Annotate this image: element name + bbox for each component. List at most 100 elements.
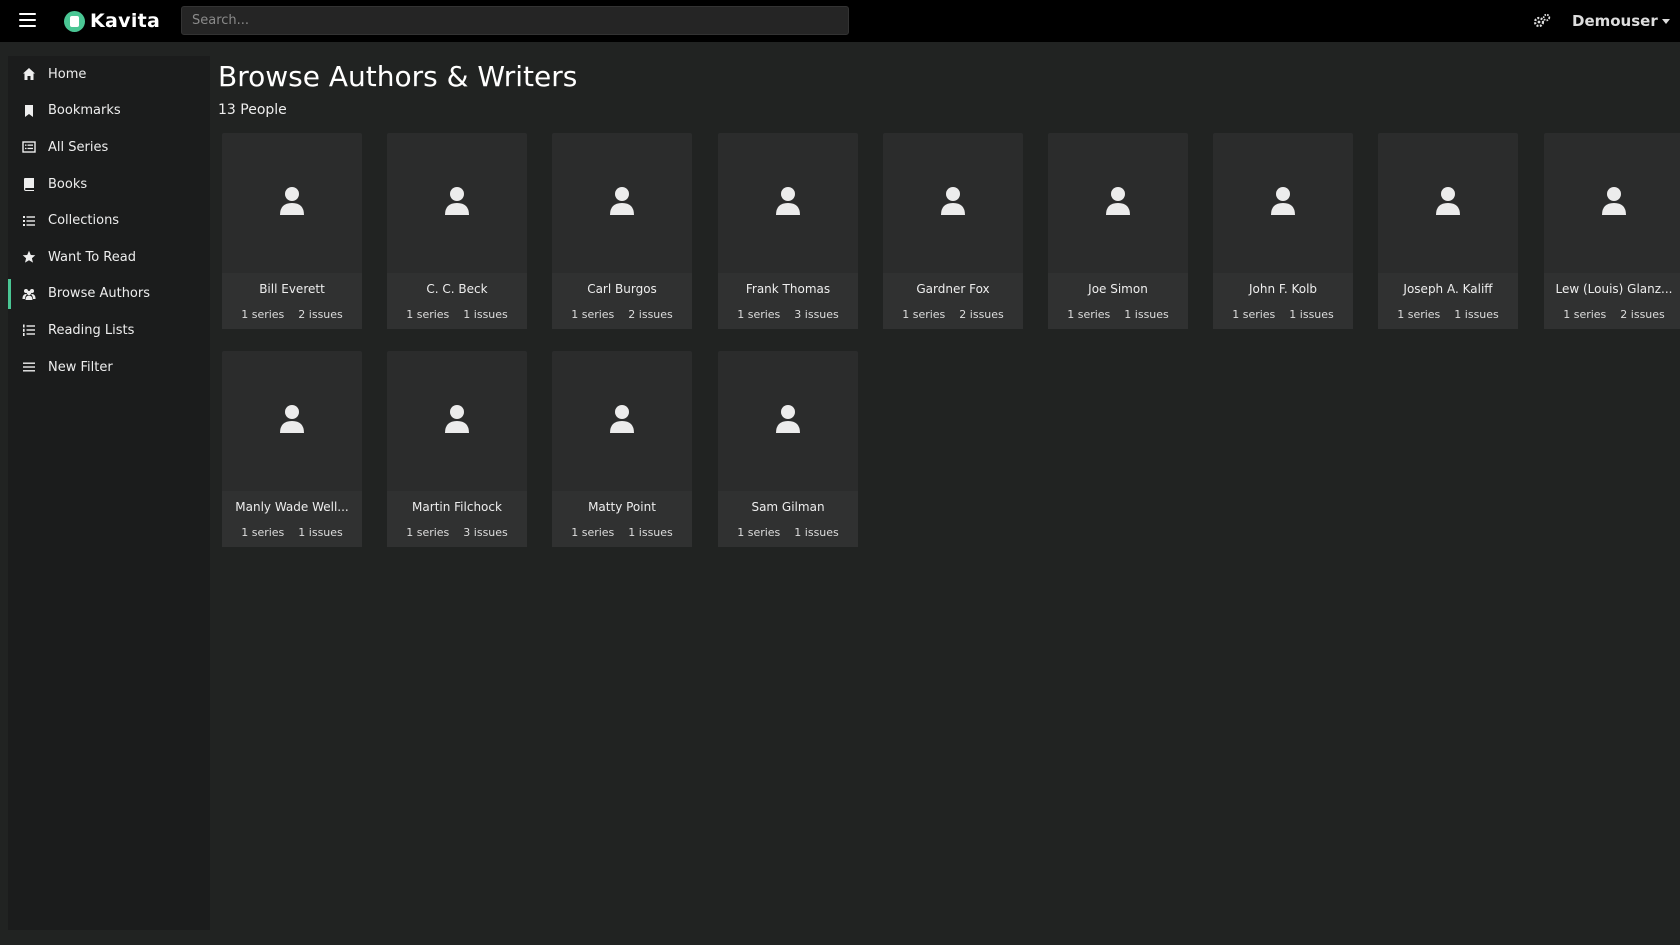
sidebar-item-new-filter[interactable]: New Filter — [8, 349, 210, 386]
author-card[interactable]: Frank Thomas 1 series 3 issues — [718, 133, 858, 329]
author-name: Gardner Fox — [916, 282, 990, 296]
author-info: John F. Kolb 1 series 1 issues — [1213, 273, 1353, 329]
sidebar-item-bookmarks[interactable]: Bookmarks — [8, 93, 210, 130]
book-icon — [22, 177, 36, 192]
author-card[interactable]: Bill Everett 1 series 2 issues — [222, 133, 362, 329]
series-count: 1 series — [241, 308, 285, 321]
user-menu-dropdown[interactable]: Demouser — [1572, 12, 1670, 30]
settings-cogs-icon[interactable] — [1533, 13, 1551, 29]
issues-count: 1 issues — [794, 526, 839, 539]
author-info: Matty Point 1 series 1 issues — [552, 491, 692, 547]
person-icon — [279, 404, 305, 438]
sidebar-item-all-series[interactable]: All Series — [8, 129, 210, 166]
author-info: Bill Everett 1 series 2 issues — [222, 273, 362, 329]
author-stats: 1 series 2 issues — [883, 308, 1023, 321]
author-stats: 1 series 1 issues — [718, 526, 858, 539]
person-icon — [775, 404, 801, 438]
author-info: Manly Wade Well... 1 series 1 issues — [222, 491, 362, 547]
issues-count: 2 issues — [1620, 308, 1665, 321]
sidebar-item-label: Reading Lists — [48, 322, 135, 338]
author-card[interactable]: Martin Filchock 1 series 3 issues — [387, 351, 527, 547]
sidebar-item-want-to-read[interactable]: Want To Read — [8, 239, 210, 276]
author-image — [222, 351, 362, 491]
issues-count: 1 issues — [628, 526, 673, 539]
page-title: Browse Authors & Writers — [218, 60, 578, 93]
person-icon — [1270, 186, 1296, 220]
users-icon — [22, 287, 36, 301]
list-icon — [22, 214, 36, 228]
author-name: Martin Filchock — [412, 500, 502, 514]
sidebar-item-label: Collections — [48, 213, 120, 229]
sidebar-item-browse-authors[interactable]: Browse Authors — [8, 276, 210, 313]
brand-name[interactable]: Kavita — [90, 10, 160, 32]
author-image — [1213, 133, 1353, 273]
author-image — [387, 351, 527, 491]
sidebar-item-books[interactable]: Books — [8, 166, 210, 203]
author-name: Joseph A. Kaliff — [1403, 282, 1493, 296]
author-card[interactable]: C. C. Beck 1 series 1 issues — [387, 133, 527, 329]
author-info: Joe Simon 1 series 1 issues — [1048, 273, 1188, 329]
author-info: Frank Thomas 1 series 3 issues — [718, 273, 858, 329]
author-stats: 1 series 1 issues — [1378, 308, 1518, 321]
sidebar-item-label: New Filter — [48, 359, 113, 375]
author-name: Frank Thomas — [745, 282, 831, 296]
issues-count: 1 issues — [1124, 308, 1169, 321]
author-name: Sam Gilman — [751, 500, 825, 514]
person-icon — [1105, 186, 1131, 220]
sidebar-item-label: All Series — [48, 139, 109, 155]
author-info: Lew (Louis) Glanz... 1 series 2 issues — [1544, 273, 1680, 329]
author-card[interactable]: Sam Gilman 1 series 1 issues — [718, 351, 858, 547]
author-card[interactable]: Lew (Louis) Glanz... 1 series 2 issues — [1544, 133, 1680, 329]
author-stats: 1 series 1 issues — [1048, 308, 1188, 321]
bookmark-icon — [22, 104, 36, 118]
author-card[interactable]: Manly Wade Well... 1 series 1 issues — [222, 351, 362, 547]
author-name: Joe Simon — [1088, 282, 1148, 296]
author-stats: 1 series 2 issues — [1544, 308, 1680, 321]
series-count: 1 series — [1397, 308, 1441, 321]
person-icon — [444, 404, 470, 438]
authors-grid: Bill Everett 1 series 2 issues C. C. Beck 1 … — [222, 133, 1680, 553]
issues-count: 1 issues — [463, 308, 508, 321]
author-info: C. C. Beck 1 series 1 issues — [387, 273, 527, 329]
author-image — [552, 351, 692, 491]
sidebar-item-label: Browse Authors — [48, 286, 151, 302]
series-count: 1 series — [241, 526, 285, 539]
author-card[interactable]: Carl Burgos 1 series 2 issues — [552, 133, 692, 329]
sidebar: Home Bookmarks All Series Books Collections W… — [8, 56, 210, 930]
author-image — [552, 133, 692, 273]
author-card[interactable]: Gardner Fox 1 series 2 issues — [883, 133, 1023, 329]
series-count: 1 series — [737, 308, 781, 321]
author-card[interactable]: John F. Kolb 1 series 1 issues — [1213, 133, 1353, 329]
top-navbar: Kavita Demouser — [0, 0, 1680, 42]
author-stats: 1 series 2 issues — [552, 308, 692, 321]
author-name: John F. Kolb — [1248, 282, 1318, 296]
author-name: Matty Point — [588, 500, 656, 514]
issues-count: 2 issues — [959, 308, 1004, 321]
sidebar-item-reading-lists[interactable]: Reading Lists — [8, 312, 210, 349]
author-name: Carl Burgos — [587, 282, 657, 296]
search-input[interactable] — [181, 6, 849, 35]
sidebar-item-collections[interactable]: Collections — [8, 202, 210, 239]
author-card[interactable]: Matty Point 1 series 1 issues — [552, 351, 692, 547]
menu-toggle-icon[interactable] — [19, 13, 36, 28]
series-count: 1 series — [571, 308, 615, 321]
series-count: 1 series — [571, 526, 615, 539]
list-alt-icon — [22, 140, 36, 154]
author-card[interactable]: Joseph A. Kaliff 1 series 1 issues — [1378, 133, 1518, 329]
author-card[interactable]: Joe Simon 1 series 1 issues — [1048, 133, 1188, 329]
author-image — [387, 133, 527, 273]
issues-count: 1 issues — [298, 526, 343, 539]
person-icon — [940, 186, 966, 220]
sidebar-item-label: Home — [48, 66, 87, 82]
author-stats: 1 series 1 issues — [1213, 308, 1353, 321]
series-count: 1 series — [406, 308, 450, 321]
author-image — [883, 133, 1023, 273]
series-count: 1 series — [902, 308, 946, 321]
author-image — [222, 133, 362, 273]
star-icon — [22, 250, 36, 264]
sidebar-item-home[interactable]: Home — [8, 56, 210, 93]
kavita-logo-icon[interactable] — [64, 11, 85, 32]
author-name: Bill Everett — [259, 282, 325, 296]
home-icon — [22, 67, 36, 81]
issues-count: 2 issues — [628, 308, 673, 321]
